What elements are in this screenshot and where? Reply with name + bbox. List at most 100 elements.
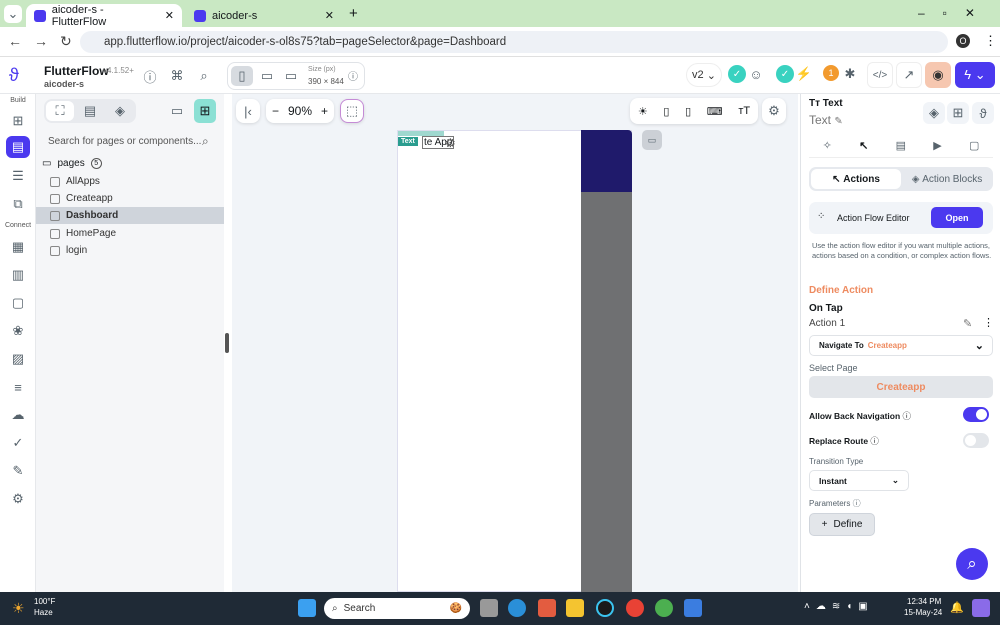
tab-search-icon[interactable]: ⌄ bbox=[4, 5, 22, 23]
folder-icon[interactable]: ▢ bbox=[6, 292, 30, 314]
store-icon[interactable] bbox=[538, 599, 556, 617]
preview-eye-icon[interactable]: ◉ bbox=[925, 62, 951, 88]
library-tab-icon[interactable]: ◈ bbox=[106, 101, 134, 121]
test-icon[interactable]: ✓ bbox=[6, 432, 30, 454]
url-field[interactable]: app.flutterflow.io/project/aicoder-s-ol8… bbox=[80, 31, 948, 53]
notification-bell-icon[interactable]: 🔔 bbox=[950, 601, 964, 614]
actions-check-icon[interactable]: ⚡ bbox=[796, 65, 812, 83]
pages-icon[interactable]: ▤ bbox=[6, 136, 30, 158]
more-options-icon[interactable]: ⋮ bbox=[983, 316, 994, 329]
phone-frame-icon[interactable]: ▯ bbox=[663, 105, 669, 118]
search-icon[interactable]: ⌕ bbox=[195, 67, 213, 85]
properties-tab-icon[interactable]: ✧ bbox=[823, 139, 832, 152]
backend-query-tab-icon[interactable]: ▤ bbox=[896, 139, 906, 152]
branch-selector[interactable]: v2 ⌄ bbox=[686, 63, 722, 87]
database-icon[interactable]: ▦ bbox=[6, 236, 30, 258]
tablet-device-icon[interactable]: ▭ bbox=[256, 66, 278, 86]
alexa-icon[interactable] bbox=[596, 599, 614, 617]
select-page-dropdown[interactable]: Createapp bbox=[809, 376, 993, 398]
add-component-icon[interactable]: ⊞ bbox=[947, 102, 969, 124]
docs-tab-icon[interactable]: ▢ bbox=[969, 139, 979, 152]
windows-start-icon[interactable] bbox=[298, 599, 316, 617]
logs-icon[interactable]: ≡ bbox=[6, 376, 30, 398]
nav-buttons[interactable]: ←→↻ bbox=[8, 33, 84, 50]
widget-tree-add-icon[interactable]: ⊞ bbox=[6, 110, 30, 132]
open-flow-editor-button[interactable]: Open bbox=[931, 207, 983, 228]
issue-count-badge[interactable]: 1 bbox=[823, 65, 839, 81]
components-icon[interactable]: ⧉ bbox=[6, 193, 30, 215]
page-item-login[interactable]: login bbox=[36, 242, 224, 259]
browser-menu-icon[interactable]: ⋮ bbox=[984, 33, 997, 49]
zoom-in-button[interactable]: + bbox=[321, 104, 328, 118]
search-icon[interactable]: ⌕ bbox=[202, 134, 209, 149]
help-icon[interactable]: ⓘ bbox=[141, 67, 159, 85]
system-tray-icons[interactable]: ˄☁≋◖▣ bbox=[804, 601, 874, 612]
task-view-icon[interactable] bbox=[480, 599, 498, 617]
close-tab-icon[interactable]: ✕ bbox=[165, 9, 174, 22]
taskbar-search[interactable]: ⌕ Search 🍪 bbox=[324, 598, 470, 619]
panel-resize-handle[interactable] bbox=[225, 333, 229, 353]
add-page-button[interactable]: ⊞ bbox=[194, 99, 216, 123]
library-icon[interactable]: ◈ bbox=[923, 102, 945, 124]
profile-avatar[interactable]: O bbox=[956, 34, 970, 48]
list-icon[interactable]: ☰ bbox=[6, 165, 30, 187]
page-item-allapps[interactable]: AllApps bbox=[36, 173, 224, 190]
bug-icon[interactable]: ✱ bbox=[842, 65, 858, 83]
animations-tab-icon[interactable]: ▶ bbox=[933, 139, 941, 152]
search-fab-icon[interactable]: ⌕ bbox=[956, 548, 988, 580]
safe-area-icon[interactable]: ▯ bbox=[685, 105, 691, 118]
data-types-icon[interactable]: ▥ bbox=[6, 264, 30, 286]
page-item-homepage[interactable]: HomePage bbox=[36, 225, 224, 242]
command-icon[interactable]: ⌘ bbox=[168, 67, 186, 85]
zoom-out-button[interactable]: − bbox=[272, 104, 279, 118]
chat-icon[interactable]: ☺ bbox=[748, 65, 764, 83]
window-controls[interactable]: –▫✕ bbox=[918, 6, 993, 20]
keyboard-icon[interactable]: ⌨ bbox=[707, 105, 723, 118]
chrome-active-icon[interactable] bbox=[655, 599, 673, 617]
replace-route-toggle[interactable] bbox=[963, 433, 989, 448]
flutterflow-ai-icon[interactable]: ϑ bbox=[972, 102, 994, 124]
actions-tab-icon[interactable]: ↖ bbox=[859, 139, 868, 152]
desktop-device-icon[interactable]: ▭ bbox=[280, 66, 302, 86]
action-type-dropdown[interactable]: Navigate To Createapp ⌄ bbox=[809, 335, 993, 356]
page-item-createapp[interactable]: Createapp bbox=[36, 190, 224, 207]
info-icon[interactable]: ⓘ bbox=[870, 436, 879, 446]
inspect-mode-icon[interactable]: ⬚ bbox=[340, 99, 364, 123]
page-item-dashboard[interactable]: Dashboard bbox=[36, 207, 224, 224]
phone-device-icon[interactable]: ▯ bbox=[231, 66, 253, 86]
allow-back-toggle[interactable] bbox=[963, 407, 989, 422]
run-button[interactable]: ϟ ⌄ bbox=[955, 62, 995, 88]
copilot-icon[interactable] bbox=[972, 599, 990, 617]
open-external-icon[interactable]: ↗ bbox=[896, 62, 922, 88]
actions-tab[interactable]: ↖ Actions bbox=[811, 169, 901, 189]
transition-type-dropdown[interactable]: Instant ⌄ bbox=[809, 470, 909, 491]
photos-icon[interactable] bbox=[684, 599, 702, 617]
edit-icon[interactable]: ✎ bbox=[834, 116, 842, 127]
text-scale-icon[interactable]: ᴛT bbox=[738, 105, 750, 117]
media-icon[interactable]: ▨ bbox=[6, 348, 30, 370]
pages-folder[interactable]: ▭ pages 5 bbox=[36, 155, 224, 172]
close-tab-icon[interactable]: ✕ bbox=[325, 9, 334, 22]
theme-toggle-icon[interactable]: ☀ bbox=[638, 105, 648, 118]
info-icon[interactable]: ⓘ bbox=[346, 68, 360, 83]
new-tab-icon[interactable]: + bbox=[349, 5, 358, 22]
file-explorer-icon[interactable] bbox=[566, 599, 584, 617]
chrome-icon[interactable] bbox=[626, 599, 644, 617]
widget-tree-tab-icon[interactable]: ⛶ bbox=[46, 101, 74, 121]
info-icon[interactable]: ⓘ bbox=[903, 411, 912, 421]
add-folder-icon[interactable]: ▭ bbox=[168, 102, 186, 120]
edge-icon[interactable] bbox=[508, 599, 526, 617]
widget-name[interactable]: Text ✎ bbox=[809, 113, 843, 127]
browser-tab-flutterflow[interactable]: aicoder-s - FlutterFlow ✕ bbox=[26, 4, 182, 28]
code-icon[interactable]: </> bbox=[867, 62, 893, 88]
define-parameters-button[interactable]: + Define bbox=[809, 513, 875, 536]
pages-tab-icon[interactable]: ▤ bbox=[76, 101, 104, 121]
widget-settings-icon[interactable]: ⚙ bbox=[445, 136, 456, 150]
theme-icon[interactable]: ✎ bbox=[6, 460, 30, 482]
settings-icon[interactable]: ⚙ bbox=[6, 488, 30, 510]
action-blocks-tab[interactable]: ◈ Action Blocks bbox=[903, 169, 991, 189]
toggle-icon[interactable]: ▭ bbox=[642, 130, 662, 150]
integrations-icon[interactable]: ❀ bbox=[6, 320, 30, 342]
collapse-panel-icon[interactable]: |‹ bbox=[236, 99, 260, 123]
page-search-input[interactable]: Search for pages or components... bbox=[48, 136, 201, 147]
